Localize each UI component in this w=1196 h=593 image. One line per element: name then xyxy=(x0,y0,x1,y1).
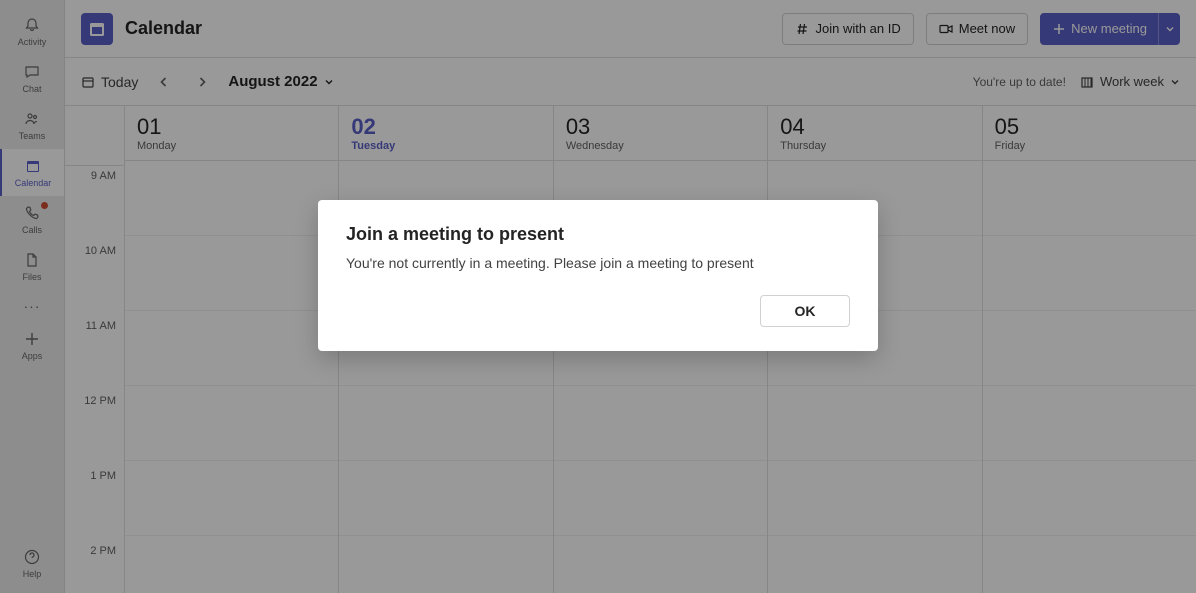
ok-button[interactable]: OK xyxy=(760,295,850,327)
modal-overlay[interactable]: Join a meeting to present You're not cur… xyxy=(0,0,1196,593)
dialog-title: Join a meeting to present xyxy=(346,224,850,245)
dialog: Join a meeting to present You're not cur… xyxy=(318,200,878,351)
dialog-body: You're not currently in a meeting. Pleas… xyxy=(346,255,850,271)
